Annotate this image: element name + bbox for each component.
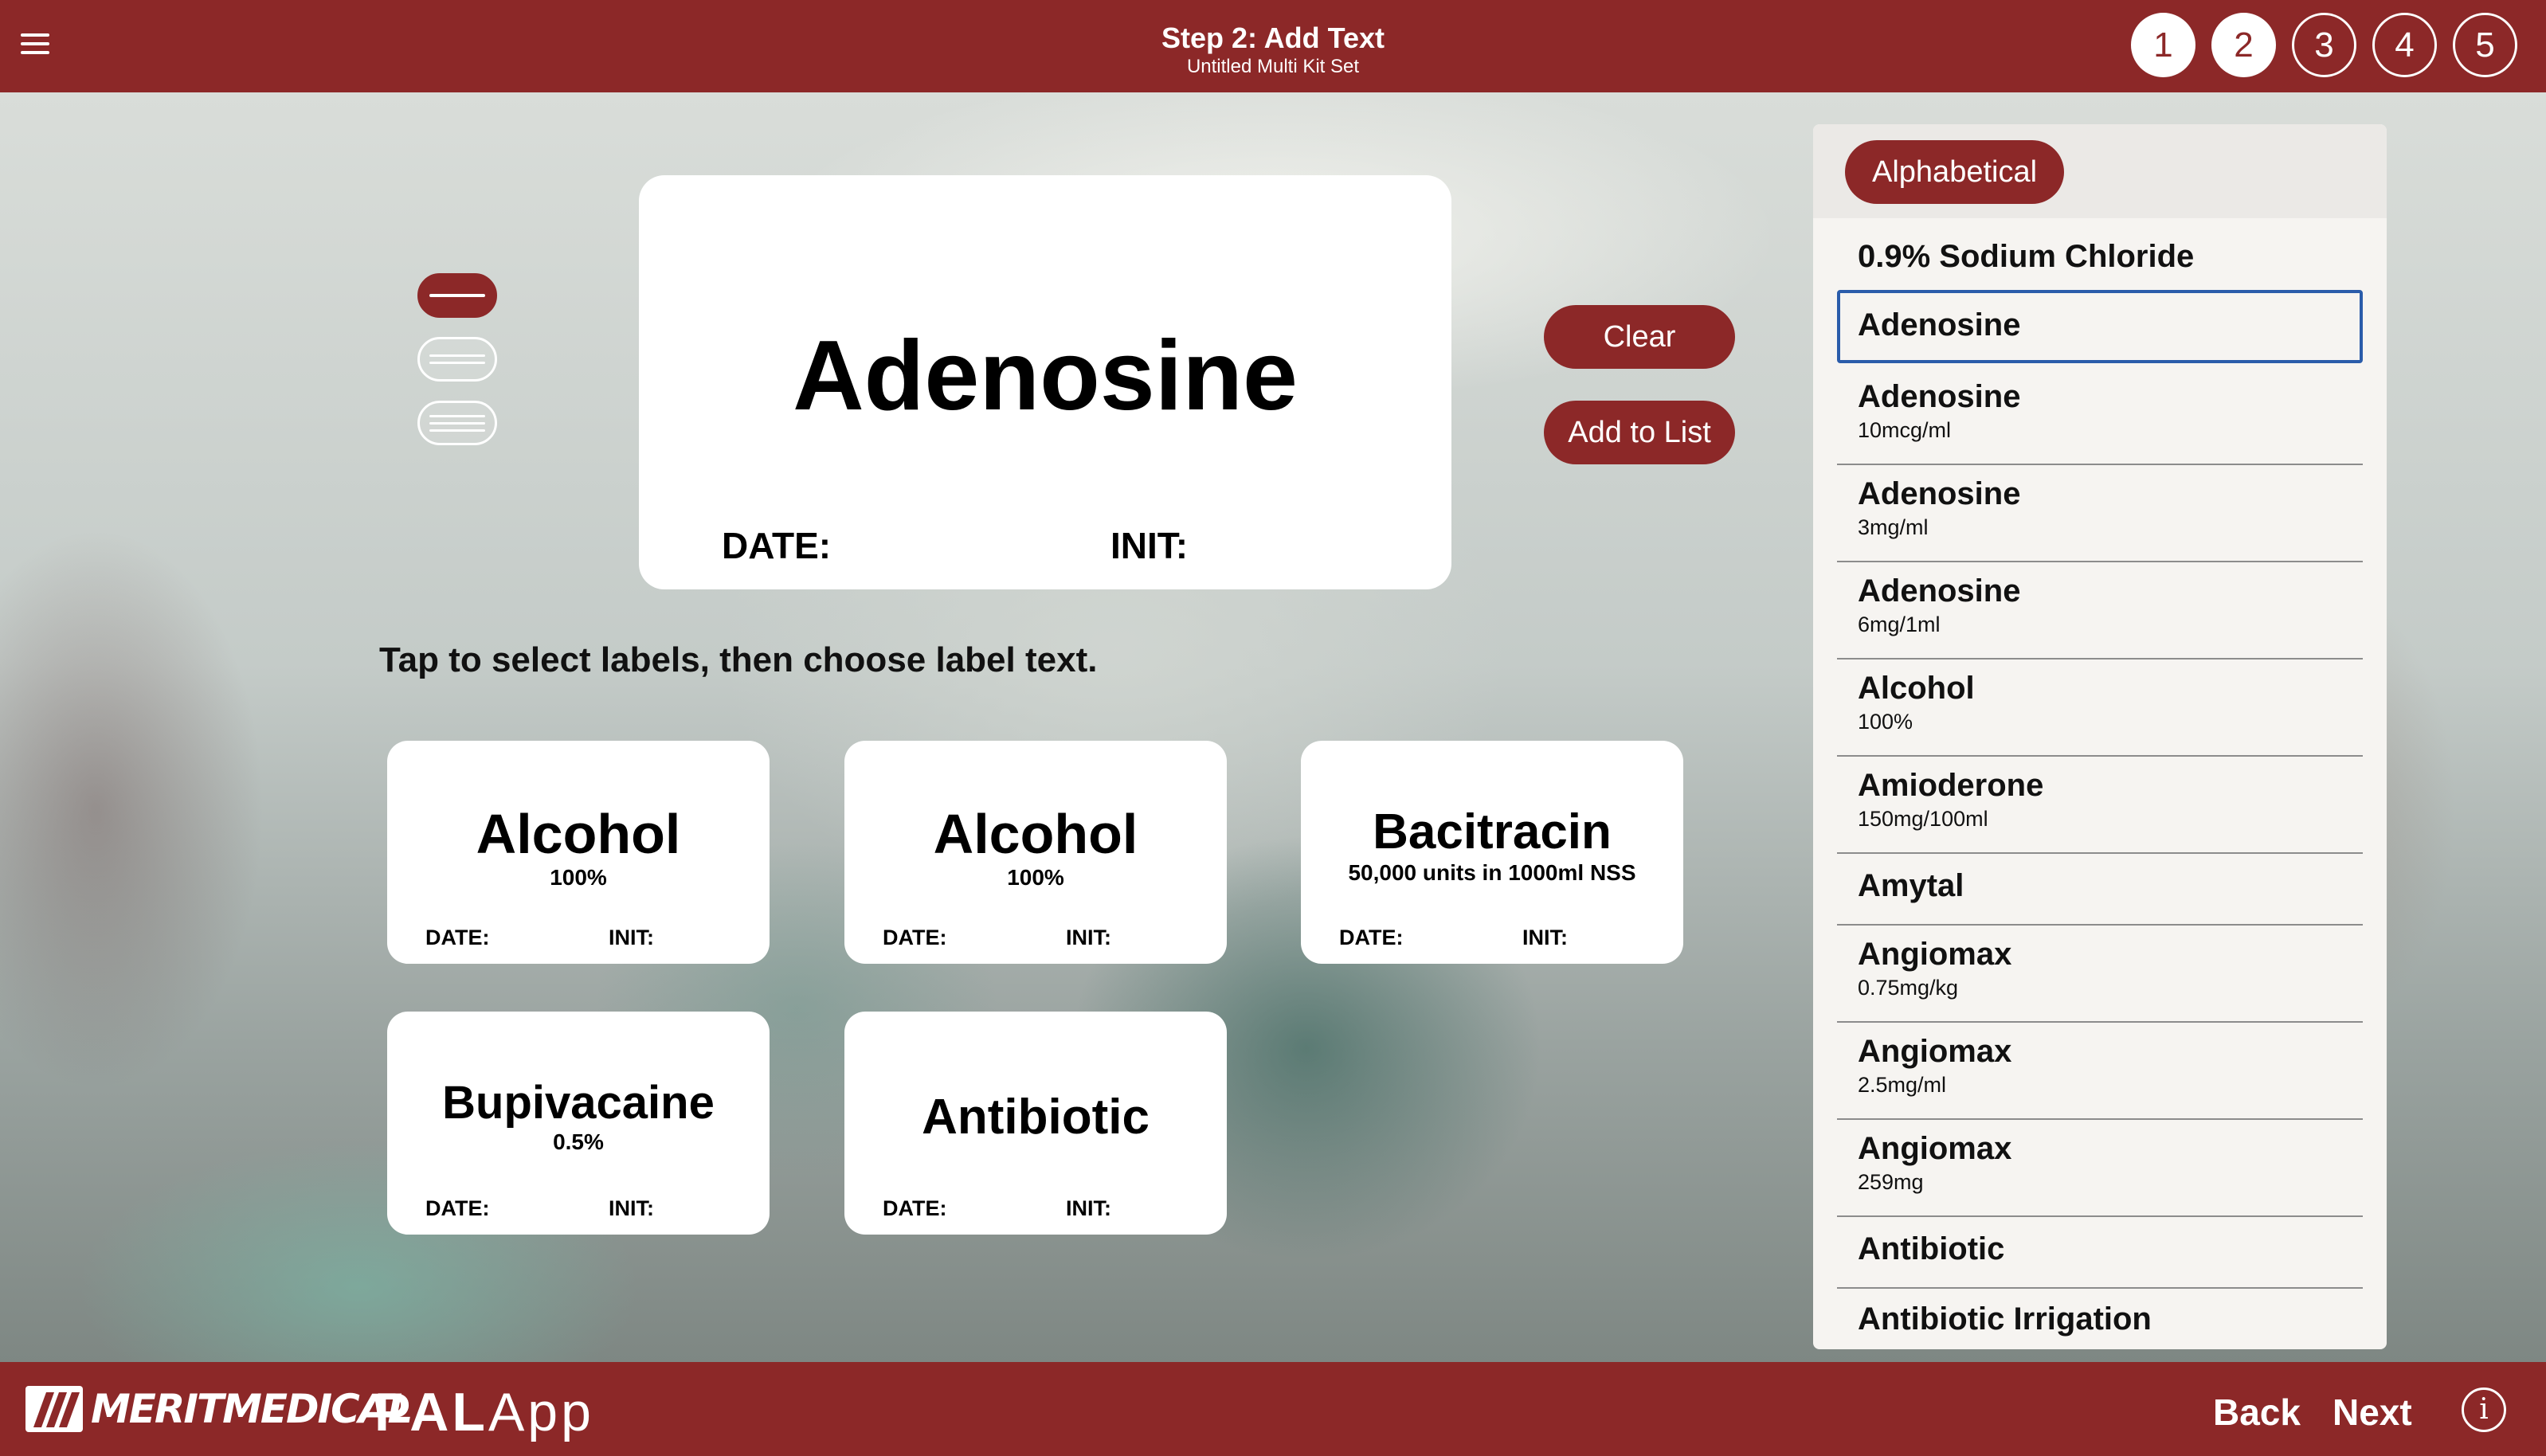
list-item[interactable]: Angiomax 259mg [1837,1120,2363,1217]
list-item-name: 0.9% Sodium Chloride [1858,239,2195,274]
tile-init-label: INIT: [1066,926,1111,949]
preview-name: Adenosine [793,321,1298,431]
add-to-list-button[interactable]: Add to List [1544,401,1735,464]
tile-name: Bacitracin [1373,804,1612,859]
three-line-button[interactable] [417,401,497,445]
tile-date-label: DATE: [883,1196,947,1220]
list-item[interactable]: Adenosine 3mg/ml [1837,465,2363,562]
list-item-name: Angiomax [1858,1034,2012,1069]
tile-init-label: INIT: [609,1196,654,1220]
tile-date-label: DATE: [1339,926,1404,949]
list-item[interactable]: Angiomax 2.5mg/ml [1837,1023,2363,1120]
list-item[interactable]: Amioderone 150mg/100ml [1837,757,2363,854]
tile-sub: 100% [1007,865,1064,890]
list-item-name: Adenosine [1858,379,2021,414]
list-item-name: Angiomax [1858,937,2012,972]
clear-button[interactable]: Clear [1544,305,1735,369]
list-item-name: Adenosine [1858,476,2021,511]
tile-date-label: DATE: [425,1196,490,1220]
app-name-bold: PAL [374,1382,488,1442]
tile-init-label: INIT: [609,926,654,949]
label-tile[interactable]: Bupivacaine 0.5% DATE: INIT: [387,1012,770,1235]
list-item[interactable]: Amytal [1837,854,2363,926]
list-item-sub: 2.5mg/ml [1858,1073,1947,1097]
list-item-name: Amytal [1858,868,1964,903]
list-item-name: Adenosine [1858,307,2021,342]
medication-list-panel: Alphabetical 0.9% Sodium Chloride Adenos… [1813,124,2387,1349]
step-2[interactable]: 2 [2211,13,2276,77]
step-1[interactable]: 1 [2131,13,2195,77]
tile-sub: 100% [550,865,607,890]
list-item-sub: 100% [1858,710,1913,734]
list-item[interactable]: Adenosine 10mcg/ml [1837,368,2363,465]
title-block: Step 2: Add Text Untitled Multi Kit Set [1034,21,1512,78]
list-item[interactable]: Angiomax 0.75mg/kg [1837,926,2363,1023]
list-item[interactable]: Alcohol 100% [1837,660,2363,757]
menu-icon[interactable] [21,33,49,57]
step-3[interactable]: 3 [2292,13,2356,77]
list-item-sub: 6mg/1ml [1858,613,1941,636]
top-bar: Step 2: Add Text Untitled Multi Kit Set … [0,0,2546,92]
list-item-sub: 259mg [1858,1170,1924,1194]
list-item-name: Antibiotic Irrigation [1858,1301,2152,1337]
one-line-button[interactable] [417,273,497,318]
tile-name: Alcohol [933,803,1138,865]
tile-sub: 50,000 units in 1000ml NSS [1348,860,1636,885]
sort-alphabetical-button[interactable]: Alphabetical [1845,140,2065,204]
instructions: Tap to select labels, then choose label … [379,640,1098,679]
list-item-name: Antibiotic [1858,1231,2005,1266]
tile-name: Antibiotic [922,1090,1150,1145]
tile-init-label: INIT: [1066,1196,1111,1220]
page-title: Step 2: Add Text [1161,22,1385,54]
step-indicator: 1 2 3 4 5 [2131,13,2517,77]
tile-date-label: DATE: [425,926,490,949]
app-name-light: App [488,1382,594,1442]
app-name: PALApp [374,1381,594,1443]
label-tile[interactable]: Alcohol 100% DATE: INIT: [844,741,1227,964]
label-tile[interactable]: Bacitracin 50,000 units in 1000ml NSS DA… [1301,741,1683,964]
list-header: Alphabetical [1813,124,2387,218]
tile-date-label: DATE: [883,926,947,949]
preview-init-label: INIT: [1110,525,1189,566]
back-button[interactable]: Back [2213,1391,2301,1434]
merit-logo-mark-icon [25,1386,83,1432]
step-4[interactable]: 4 [2372,13,2437,77]
tile-sub: 0.5% [553,1129,604,1154]
page-subtitle: Untitled Multi Kit Set [1186,56,1360,77]
list-item-sub: 150mg/100ml [1858,807,1988,831]
label-preview: Adenosine DATE: INIT: [639,175,1451,589]
two-line-button[interactable] [417,337,497,382]
list-item-name: Alcohol [1858,671,1975,706]
label-tile[interactable]: Alcohol 100% DATE: INIT: [387,741,770,964]
list-item[interactable]: Antibiotic Irrigation [1837,1289,2363,1349]
list-item[interactable]: Adenosine [1837,290,2363,363]
list-item-sub: 3mg/ml [1858,515,1929,539]
merit-medical-logo: MERITMEDICAL [25,1386,413,1432]
list-item-name: Amioderone [1858,768,2044,803]
next-button[interactable]: Next [2333,1391,2412,1434]
list-item-sub: 0.75mg/kg [1858,976,1959,1000]
label-tile[interactable]: Antibiotic DATE: INIT: [844,1012,1227,1235]
tile-init-label: INIT: [1522,926,1568,949]
list-item[interactable]: Adenosine 6mg/1ml [1837,562,2363,660]
step-5[interactable]: 5 [2453,13,2517,77]
brand-wordmark: MERITMEDICAL [91,1386,413,1432]
list-item-name: Adenosine [1858,573,2021,609]
info-icon[interactable]: i [2462,1388,2506,1432]
bottom-bar: MERITMEDICAL PALApp Back Next i [0,1362,2546,1456]
list-item-name: Angiomax [1858,1131,2012,1166]
list-item[interactable]: Antibiotic [1837,1217,2363,1289]
tile-name: Bupivacaine [442,1077,715,1129]
list-item-sub: 10mcg/ml [1858,418,1952,442]
tile-name: Alcohol [476,803,681,865]
preview-date-label: DATE: [722,525,832,566]
